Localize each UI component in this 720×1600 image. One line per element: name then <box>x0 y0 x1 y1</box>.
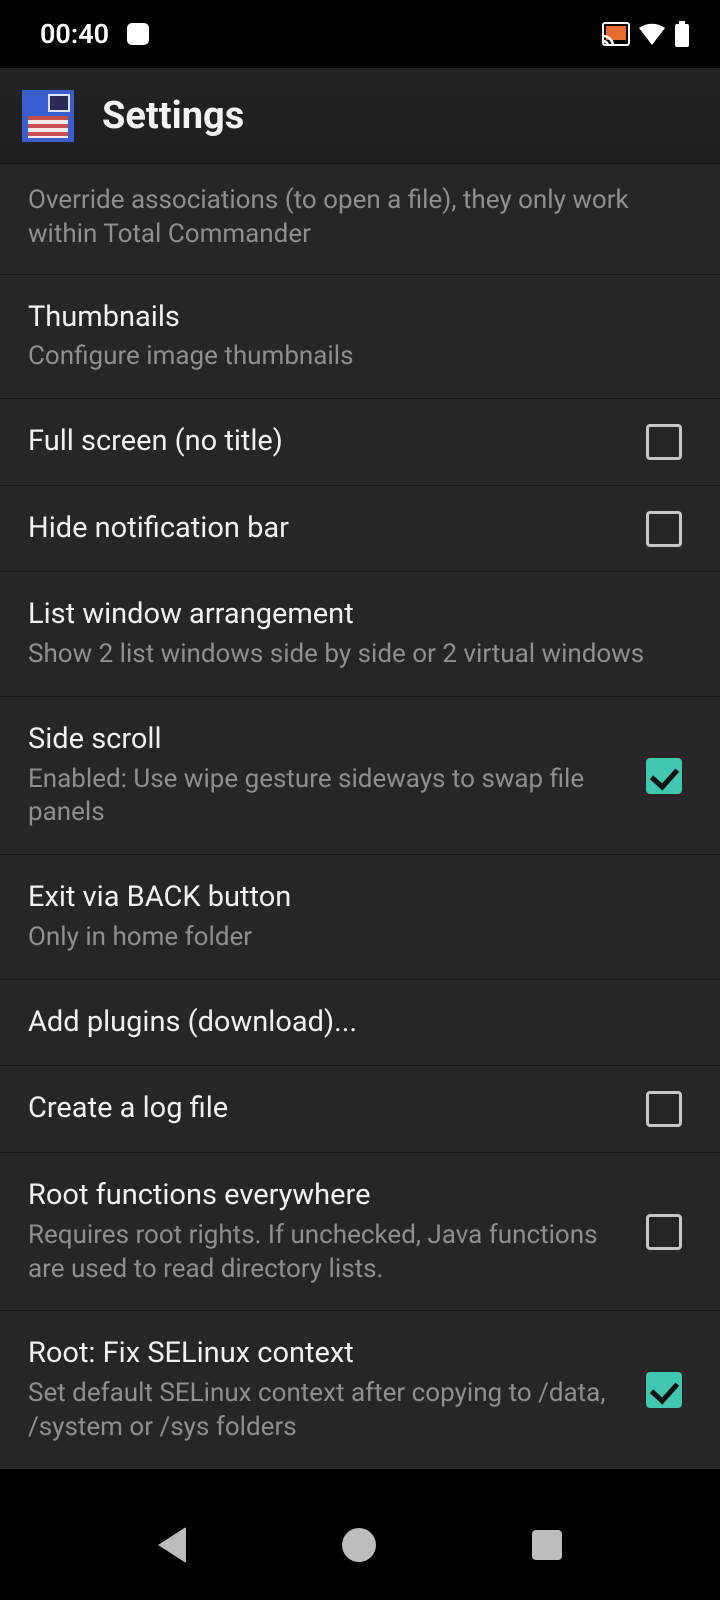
checkbox-create-log-file[interactable] <box>646 1091 682 1127</box>
app-header: Settings <box>0 68 720 164</box>
battery-icon <box>674 21 690 47</box>
row-full-screen[interactable]: Full screen (no title) <box>0 399 720 486</box>
row-title: Create a log file <box>28 1090 626 1128</box>
row-subtitle: Requires root rights. If unchecked, Java… <box>28 1219 626 1287</box>
row-exit-via-back[interactable]: Exit via BACK button Only in home folder <box>0 855 720 979</box>
checkbox-hide-notification-bar[interactable] <box>646 511 682 547</box>
status-right <box>602 21 690 47</box>
row-subtitle: Set default SELinux context after copyin… <box>28 1377 626 1445</box>
wifi-icon <box>638 23 666 45</box>
status-bar: 00:40 <box>0 0 720 68</box>
nav-back-icon[interactable] <box>158 1527 186 1563</box>
row-title: List window arrangement <box>28 596 692 634</box>
status-indicator-icon <box>127 23 149 45</box>
nav-home-icon[interactable] <box>342 1528 376 1562</box>
status-left: 00:40 <box>40 18 149 50</box>
row-title: Root functions everywhere <box>28 1177 626 1215</box>
row-title: Hide notification bar <box>28 510 626 548</box>
row-list-window-arrangement[interactable]: List window arrangement Show 2 list wind… <box>0 572 720 696</box>
row-subtitle: Only in home folder <box>28 921 692 955</box>
row-title: Exit via BACK button <box>28 879 692 917</box>
cast-icon <box>602 22 630 46</box>
row-subtitle: Configure image thumbnails <box>28 340 692 374</box>
checkbox-root-fix-selinux[interactable] <box>646 1372 682 1408</box>
nav-recent-icon[interactable] <box>532 1530 562 1560</box>
checkbox-full-screen[interactable] <box>646 424 682 460</box>
row-root-functions-everywhere[interactable]: Root functions everywhere Requires root … <box>0 1153 720 1311</box>
row-subtitle: Override associations (to open a file), … <box>28 184 692 252</box>
settings-list: Override associations (to open a file), … <box>0 164 720 1469</box>
row-subtitle: Show 2 list windows side by side or 2 vi… <box>28 638 692 672</box>
row-title: Root: Fix SELinux context <box>28 1335 626 1373</box>
row-title: Thumbnails <box>28 299 692 337</box>
page-title: Settings <box>102 94 244 138</box>
row-thumbnails[interactable]: Thumbnails Configure image thumbnails <box>0 275 720 399</box>
checkbox-side-scroll[interactable] <box>646 758 682 794</box>
status-time: 00:40 <box>40 18 109 50</box>
floppy-icon <box>22 90 74 142</box>
row-side-scroll[interactable]: Side scroll Enabled: Use wipe gesture si… <box>0 697 720 855</box>
row-create-log-file[interactable]: Create a log file <box>0 1066 720 1153</box>
row-root-fix-selinux[interactable]: Root: Fix SELinux context Set default SE… <box>0 1311 720 1468</box>
row-title: Full screen (no title) <box>28 423 626 461</box>
row-title: Add plugins (download)... <box>28 1004 692 1042</box>
row-override-associations[interactable]: Override associations (to open a file), … <box>0 164 720 275</box>
row-hide-notification-bar[interactable]: Hide notification bar <box>0 486 720 573</box>
row-subtitle: Enabled: Use wipe gesture sideways to sw… <box>28 763 626 831</box>
checkbox-root-functions-everywhere[interactable] <box>646 1214 682 1250</box>
row-add-plugins[interactable]: Add plugins (download)... <box>0 980 720 1067</box>
navigation-bar <box>0 1490 720 1600</box>
row-title: Side scroll <box>28 721 626 759</box>
